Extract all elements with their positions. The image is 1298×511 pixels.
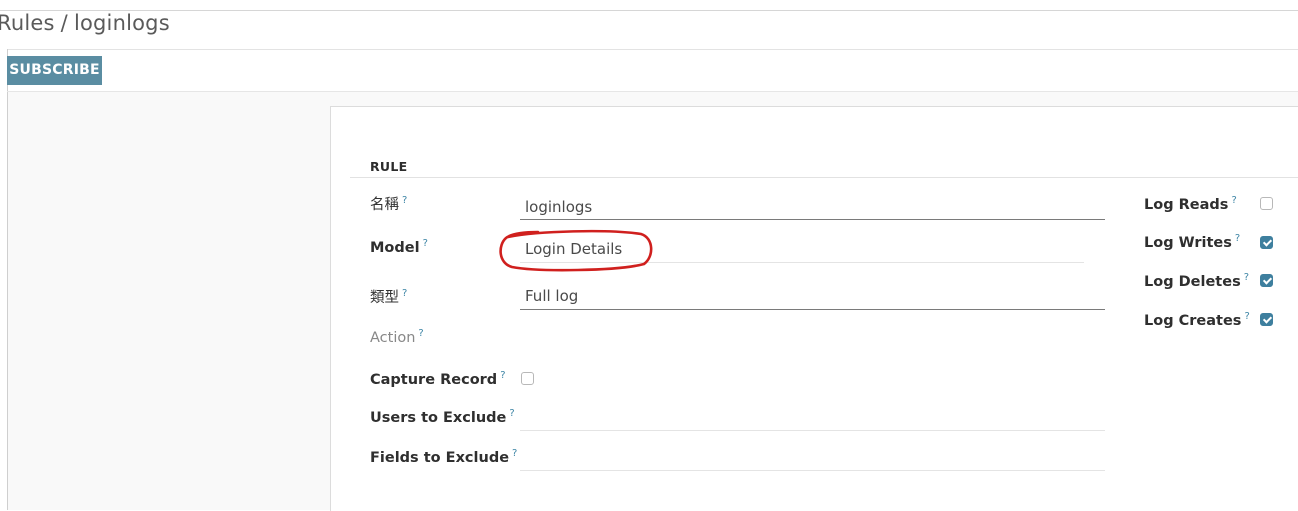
help-icon[interactable]: ? — [500, 370, 505, 381]
log-creates-label: Log Creates? — [1144, 311, 1250, 329]
capture-record-label-text: Capture Record — [370, 371, 498, 388]
capture-record-checkbox[interactable] — [521, 372, 534, 385]
log-deletes-checkbox[interactable] — [1260, 274, 1273, 287]
subscribe-button[interactable]: SUBSCRIBE — [7, 56, 102, 85]
log-reads-label: Log Reads? — [1144, 195, 1237, 213]
capture-record-label: Capture Record? — [370, 370, 506, 388]
users-to-exclude-label: Users to Exclude? — [370, 408, 515, 426]
header-divider — [7, 49, 1298, 50]
group-title: RULE — [370, 159, 408, 174]
app-window: Rules / loginlogs SUBSCRIBE RULE 名稱? login… — [0, 0, 1298, 511]
breadcrumb-separator: / — [60, 11, 68, 35]
log-reads-label-text: Log Reads — [1144, 196, 1229, 213]
help-icon[interactable]: ? — [402, 288, 407, 299]
model-label: Model? — [370, 238, 428, 256]
name-label: 名稱? — [370, 193, 407, 214]
breadcrumb-parent-link[interactable]: Rules — [0, 11, 55, 35]
type-select-underline — [520, 309, 1105, 310]
help-icon[interactable]: ? — [1244, 272, 1249, 283]
model-label-text: Model — [370, 239, 420, 256]
log-deletes-label: Log Deletes? — [1144, 272, 1249, 290]
log-writes-label-text: Log Writes — [1144, 234, 1232, 251]
log-creates-checkbox[interactable] — [1260, 313, 1273, 326]
log-reads-checkbox[interactable] — [1260, 197, 1273, 210]
help-icon[interactable]: ? — [1235, 233, 1240, 244]
help-icon[interactable]: ? — [512, 448, 517, 459]
log-writes-label: Log Writes? — [1144, 233, 1240, 251]
users-to-exclude-label-text: Users to Exclude — [370, 409, 507, 426]
group-divider — [350, 177, 1298, 178]
help-icon[interactable]: ? — [1231, 195, 1236, 206]
type-label-text: 類型 — [370, 290, 399, 306]
help-icon[interactable]: ? — [1244, 311, 1249, 322]
help-icon[interactable]: ? — [509, 408, 514, 419]
users-to-exclude-underline — [520, 430, 1105, 431]
fields-to-exclude-underline — [520, 470, 1105, 471]
breadcrumb-current: loginlogs — [73, 11, 170, 35]
model-field[interactable]: Login Details — [525, 240, 622, 258]
model-field-underline — [520, 262, 1084, 263]
action-label: Action? — [370, 328, 424, 346]
name-input-underline — [520, 219, 1105, 220]
fields-to-exclude-label: Fields to Exclude? — [370, 448, 517, 466]
help-icon[interactable]: ? — [423, 238, 428, 249]
log-creates-label-text: Log Creates — [1144, 312, 1242, 329]
log-writes-checkbox[interactable] — [1260, 236, 1273, 249]
help-icon[interactable]: ? — [402, 195, 407, 206]
type-select[interactable]: Full log — [525, 287, 578, 305]
help-icon[interactable]: ? — [418, 328, 423, 339]
name-input[interactable]: loginlogs — [525, 198, 592, 216]
log-deletes-label-text: Log Deletes — [1144, 273, 1241, 290]
type-label: 類型? — [370, 286, 407, 307]
fields-to-exclude-label-text: Fields to Exclude — [370, 449, 510, 466]
top-border — [0, 10, 1298, 11]
action-label-text: Action — [370, 329, 416, 346]
name-label-text: 名稱 — [370, 197, 399, 213]
breadcrumb: Rules / loginlogs — [0, 9, 170, 39]
